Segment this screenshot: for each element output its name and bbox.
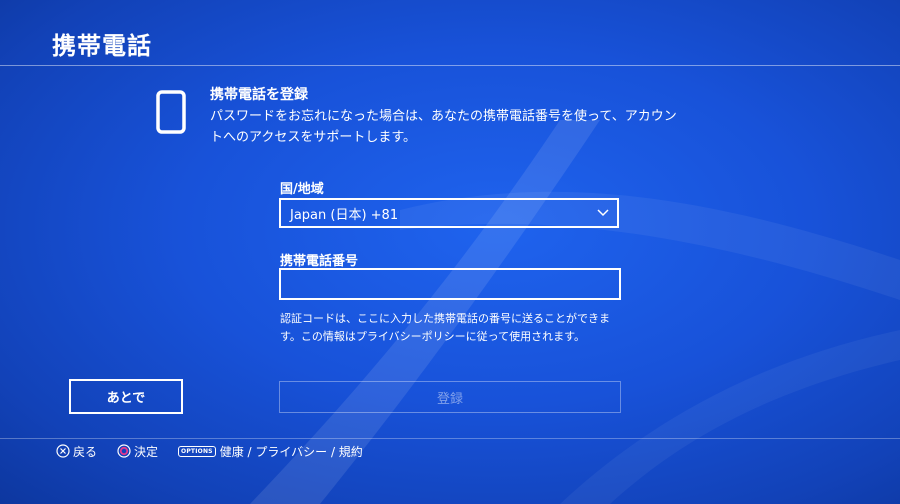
smartphone-icon bbox=[156, 90, 186, 134]
phone-number-label: 携帯電話番号 bbox=[280, 254, 359, 269]
register-heading: 携帯電話を登録 bbox=[210, 87, 308, 103]
screen: 携帯電話 携帯電話を登録 パスワードをお忘れになった場合は、あなたの携帯電話番号… bbox=[0, 0, 900, 504]
circle-button-icon bbox=[117, 444, 131, 458]
cross-button-icon bbox=[56, 444, 70, 458]
footer-divider bbox=[0, 438, 900, 439]
country-select[interactable]: Japan (日本) +81 bbox=[279, 198, 619, 228]
back-hint-label: 戻る bbox=[73, 444, 98, 459]
options-hint-label: 健康 / プライバシー / 規約 bbox=[219, 444, 363, 459]
verification-help-text: 認証コードは、ここに入力した携帯電話の番号に送ることができます。この情報はプライ… bbox=[280, 312, 610, 343]
page-title: 携帯電話 bbox=[52, 32, 152, 60]
background-wave bbox=[250, 120, 900, 504]
phone-number-input[interactable] bbox=[279, 268, 621, 300]
header-divider bbox=[0, 65, 900, 66]
register-description: パスワードをお忘れになった場合は、あなたの携帯電話番号を使って、アカウントへのア… bbox=[210, 109, 677, 145]
options-button-icon: OPTIONS bbox=[178, 445, 216, 457]
button-guide: 戻る 決定 OPTIONS 健康 / プライバシー / 規約 bbox=[56, 442, 383, 460]
confirm-hint-label: 決定 bbox=[134, 444, 159, 459]
options-hint: OPTIONS 健康 / プライバシー / 規約 bbox=[178, 443, 363, 460]
register-button[interactable]: 登録 bbox=[279, 381, 621, 413]
country-select-value: Japan (日本) +81 bbox=[290, 207, 399, 223]
back-hint: 戻る bbox=[56, 443, 97, 460]
confirm-hint: 決定 bbox=[117, 443, 158, 460]
chevron-down-icon bbox=[597, 209, 609, 217]
later-button[interactable]: あとで bbox=[69, 379, 183, 414]
country-label: 国/地域 bbox=[280, 182, 324, 197]
